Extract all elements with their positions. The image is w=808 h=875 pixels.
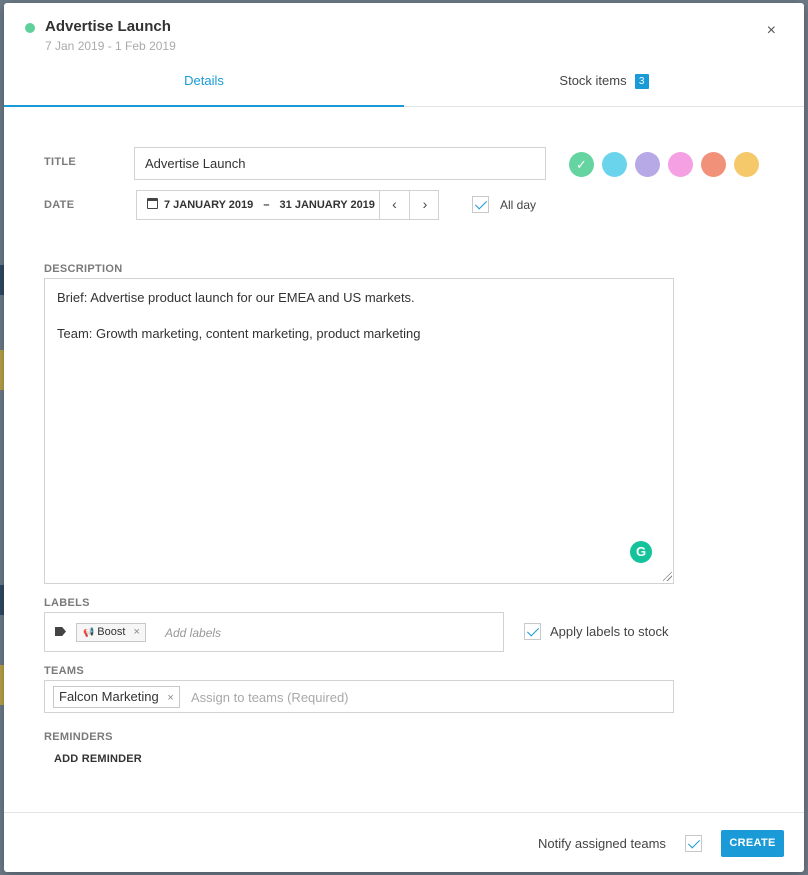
color-swatch-pink[interactable]	[668, 152, 693, 177]
teams-placeholder: Assign to teams (Required)	[191, 690, 349, 705]
color-swatch-salmon[interactable]	[701, 152, 726, 177]
tab-stock-items-label: Stock items	[559, 73, 627, 88]
title-input[interactable]: Advertise Launch	[134, 147, 546, 180]
check-icon: ✓	[576, 157, 587, 172]
notify-teams-checkbox[interactable]	[685, 835, 702, 852]
title-label: TITLE	[44, 156, 77, 168]
tab-bar: Details Stock items 3	[4, 63, 804, 107]
color-swatch-green[interactable]: ✓	[569, 152, 594, 177]
team-chip-falcon-marketing: Falcon Marketing ×	[53, 686, 180, 708]
apply-labels-checkbox[interactable]	[524, 623, 541, 640]
create-button[interactable]: CREATE	[721, 830, 784, 857]
date-range-button[interactable]: 7 JANUARY 2019 – 31 JANUARY 2019	[137, 191, 380, 219]
labels-input[interactable]: 📢 Boost × Add labels	[44, 612, 504, 652]
color-swatch-cyan[interactable]	[602, 152, 627, 177]
close-icon[interactable]: ×	[767, 23, 776, 39]
teams-label: TEAMS	[44, 665, 84, 677]
modal-title: Advertise Launch	[45, 18, 171, 35]
calendar-icon	[147, 198, 158, 209]
description-line: Team: Growth marketing, content marketin…	[57, 326, 421, 341]
date-label: DATE	[44, 199, 75, 211]
resize-handle[interactable]	[663, 572, 672, 581]
label-chip-text: Boost	[97, 626, 126, 638]
tab-details-label: Details	[184, 73, 224, 88]
labels-placeholder: Add labels	[165, 626, 222, 640]
stock-items-count-badge: 3	[634, 74, 649, 89]
remove-label-icon[interactable]: ×	[133, 626, 139, 638]
chevron-right-icon[interactable]: ›	[410, 191, 440, 219]
date-end: 31 JANUARY 2019	[279, 199, 375, 211]
modal-footer: Notify assigned teams CREATE	[4, 812, 804, 872]
teams-input[interactable]: Falcon Marketing × Assign to teams (Requ…	[44, 680, 674, 713]
team-chip-text: Falcon Marketing	[59, 689, 159, 704]
all-day-checkbox[interactable]	[472, 196, 489, 213]
tab-stock-items[interactable]: Stock items 3	[404, 63, 804, 107]
date-separator: –	[263, 199, 270, 211]
megaphone-icon: 📢	[83, 627, 95, 637]
remove-team-icon[interactable]: ×	[167, 692, 173, 704]
color-swatch-yellow[interactable]	[734, 152, 759, 177]
date-start: 7 JANUARY 2019	[164, 199, 254, 211]
notify-teams-label: Notify assigned teams	[538, 836, 666, 851]
color-swatch-purple[interactable]	[635, 152, 660, 177]
all-day-label: All day	[500, 198, 537, 212]
description-textarea[interactable]: Brief: Advertise product launch for our …	[44, 278, 674, 584]
tab-details[interactable]: Details	[4, 63, 404, 107]
grammarly-icon[interactable]: G	[630, 541, 652, 563]
labels-label: LABELS	[44, 597, 90, 609]
tag-icon	[55, 627, 66, 636]
date-picker: 7 JANUARY 2019 – 31 JANUARY 2019 ‹ ›	[136, 190, 439, 220]
apply-labels-label: Apply labels to stock	[550, 624, 669, 639]
add-reminder-button[interactable]: ADD REMINDER	[54, 753, 142, 765]
chevron-left-icon[interactable]: ‹	[380, 191, 410, 219]
status-dot	[25, 23, 35, 33]
reminders-label: REMINDERS	[44, 731, 113, 743]
modal-date-range: 7 Jan 2019 - 1 Feb 2019	[45, 39, 176, 53]
event-modal: Advertise Launch 7 Jan 2019 - 1 Feb 2019…	[4, 3, 804, 872]
label-chip-boost: 📢 Boost ×	[76, 623, 146, 642]
description-line: Brief: Advertise product launch for our …	[57, 290, 415, 305]
description-label: DESCRIPTION	[44, 263, 123, 275]
